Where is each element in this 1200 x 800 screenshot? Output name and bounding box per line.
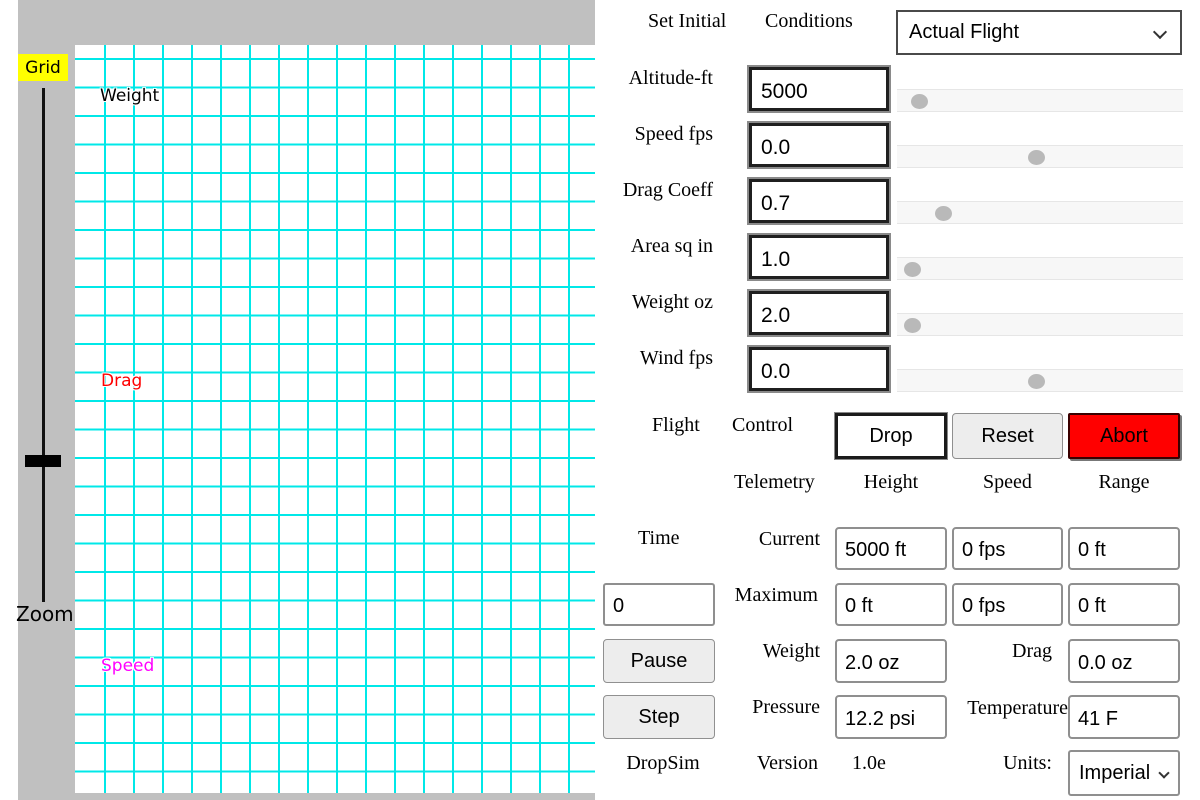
pressure-readout: 12.2 psi <box>835 695 947 739</box>
series-label-speed: Speed <box>101 656 154 676</box>
abort-button[interactable]: Abort <box>1068 413 1180 459</box>
series-label-weight: Weight <box>100 86 159 106</box>
zoom-slider-label: Zoom <box>16 602 74 626</box>
series-label-drag: Drag <box>101 371 142 391</box>
pause-button[interactable]: Pause <box>603 639 715 683</box>
zoom-slider-track[interactable] <box>42 88 45 602</box>
weight-readout: 2.0 oz <box>835 639 947 683</box>
drag-readout-label: Drag <box>932 640 1052 663</box>
telemetry-col-height: Height <box>835 471 947 494</box>
flight-preset-select[interactable]: Actual Flight <box>896 10 1182 55</box>
version-label: Version <box>698 752 818 775</box>
time-label: Time <box>638 527 680 550</box>
section-title-set-initial: Set Initial <box>648 10 726 33</box>
speed-slider-thumb[interactable] <box>1028 150 1045 165</box>
altitude-label: Altitude-ft <box>595 67 713 90</box>
current-height-readout: 5000 ft <box>835 527 947 570</box>
wind-input[interactable]: 0.0 <box>749 347 889 391</box>
drag-coeff-label: Drag Coeff <box>595 179 713 202</box>
telemetry-label: Telemetry <box>734 471 815 494</box>
drop-button[interactable]: Drop <box>835 413 947 459</box>
plot-grid <box>75 45 595 793</box>
temperature-readout: 41 F <box>1068 695 1180 739</box>
area-label: Area sq in <box>595 235 713 258</box>
drag-coeff-slider-thumb[interactable] <box>935 206 952 221</box>
altitude-input[interactable]: 5000 <box>749 67 889 111</box>
step-button[interactable]: Step <box>603 695 715 739</box>
version-value: 1.0e <box>852 752 886 775</box>
weight-readout-label: Weight <box>700 640 820 663</box>
wind-slider[interactable] <box>897 369 1183 392</box>
zoom-slider-handle[interactable] <box>25 455 61 467</box>
pressure-readout-label: Pressure <box>700 696 820 719</box>
wind-label: Wind fps <box>595 347 713 370</box>
drag-readout: 0.0 oz <box>1068 639 1180 683</box>
area-input[interactable]: 1.0 <box>749 235 889 279</box>
maximum-height-readout: 0 ft <box>835 583 947 626</box>
altitude-slider-thumb[interactable] <box>911 94 928 109</box>
maximum-label: Maximum <box>698 584 818 607</box>
weight-oz-slider[interactable] <box>897 313 1183 336</box>
telemetry-col-speed: Speed <box>952 471 1063 494</box>
telemetry-col-range: Range <box>1068 471 1180 494</box>
wind-slider-thumb[interactable] <box>1028 374 1045 389</box>
section-title-conditions: Conditions <box>765 10 853 33</box>
chevron-down-icon <box>1158 767 1169 778</box>
weight-oz-slider-thumb[interactable] <box>904 318 921 333</box>
grid-toggle-button[interactable]: Grid <box>18 54 68 81</box>
units-value: Imperial <box>1079 762 1150 785</box>
area-slider[interactable] <box>897 257 1183 280</box>
current-speed-readout: 0 fps <box>952 527 1063 570</box>
altitude-slider[interactable] <box>897 89 1183 112</box>
units-label: Units: <box>952 752 1052 775</box>
control-label: Control <box>732 414 793 437</box>
current-label: Current <box>700 528 820 551</box>
temperature-readout-label: Temperature <box>948 697 1068 720</box>
flight-label: Flight <box>652 414 700 437</box>
drag-coeff-input[interactable]: 0.7 <box>749 179 889 223</box>
maximum-speed-readout: 0 fps <box>952 583 1063 626</box>
chevron-down-icon <box>1153 25 1167 39</box>
weight-oz-input[interactable]: 2.0 <box>749 291 889 335</box>
current-range-readout: 0 ft <box>1068 527 1180 570</box>
speed-input[interactable]: 0.0 <box>749 123 889 167</box>
area-slider-thumb[interactable] <box>904 262 921 277</box>
reset-button[interactable]: Reset <box>952 413 1063 459</box>
units-select[interactable]: Imperial <box>1068 750 1180 796</box>
flight-preset-value: Actual Flight <box>909 21 1019 44</box>
drag-coeff-slider[interactable] <box>897 201 1183 224</box>
speed-slider[interactable] <box>897 145 1183 168</box>
speed-label: Speed fps <box>595 123 713 146</box>
maximum-range-readout: 0 ft <box>1068 583 1180 626</box>
dropsim-window: Grid Zoom Weight Drag Speed Set Initial … <box>0 0 1200 800</box>
weight-oz-label: Weight oz <box>595 291 713 314</box>
